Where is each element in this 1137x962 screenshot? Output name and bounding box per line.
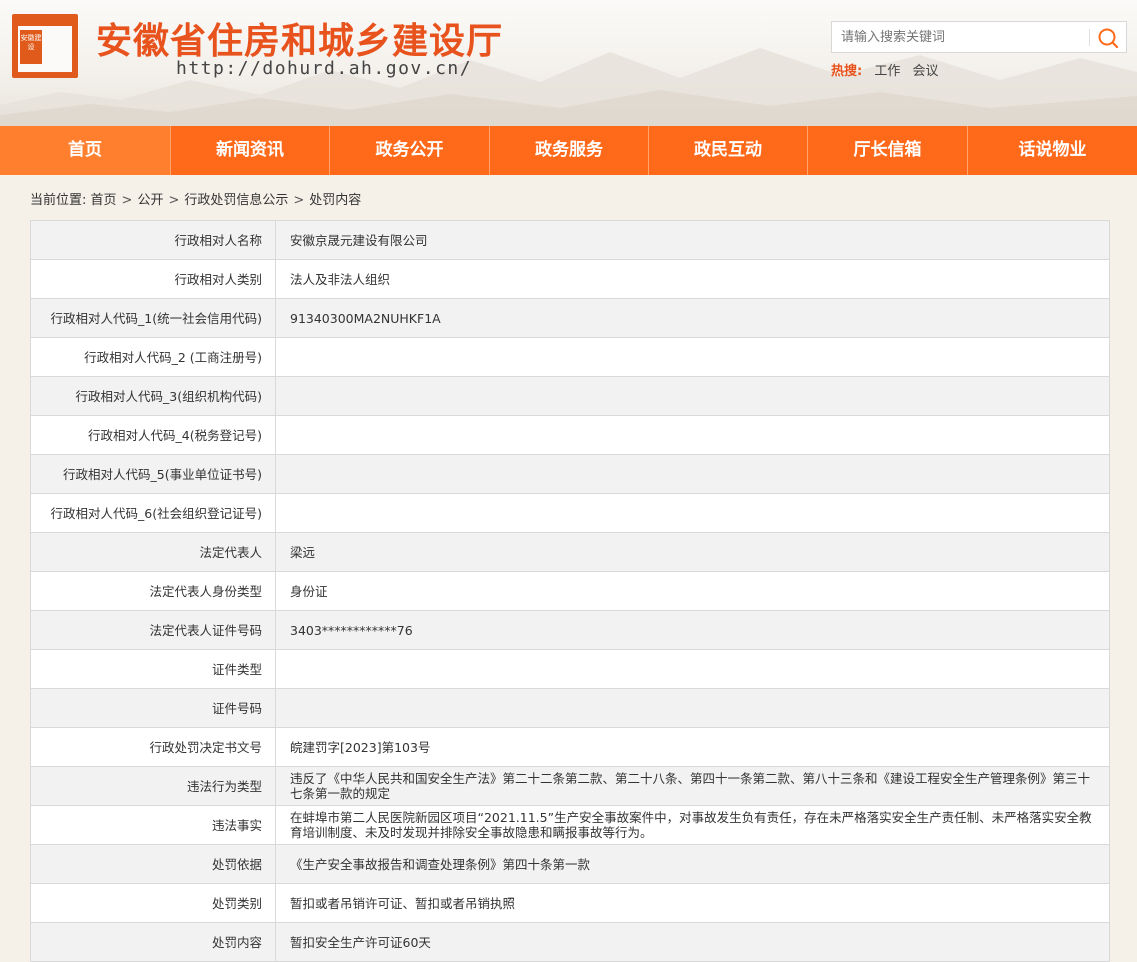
row-value: 皖建罚字[2023]第103号 [275, 727, 1110, 767]
table-row: 行政处罚决定书文号 皖建罚字[2023]第103号 [30, 727, 1110, 767]
hot-link-meeting[interactable]: 会议 [913, 64, 939, 79]
nav-item-gov-affairs[interactable]: 政务公开 [330, 126, 490, 175]
row-label: 行政相对人代码_5(事业单位证书号) [30, 454, 276, 494]
table-row: 行政相对人代码_1(统一社会信用代码) 91340300MA2NUHKF1A [30, 298, 1110, 338]
row-value [275, 415, 1110, 455]
table-row: 证件类型 [30, 649, 1110, 689]
search-divider [1089, 29, 1090, 46]
table-row: 法定代表人 梁远 [30, 532, 1110, 572]
nav-item-interaction[interactable]: 政民互动 [649, 126, 808, 175]
row-value: 梁远 [275, 532, 1110, 572]
row-label: 行政相对人代码_1(统一社会信用代码) [30, 298, 276, 338]
nav-item-director-mailbox[interactable]: 厅长信箱 [808, 126, 968, 175]
breadcrumb-prefix: 当前位置: [30, 193, 87, 208]
breadcrumb-separator: > [121, 193, 133, 208]
table-row: 行政相对人代码_4(税务登记号) [30, 415, 1110, 455]
row-label: 行政相对人代码_6(社会组织登记证号) [30, 493, 276, 533]
breadcrumb-penalty-info[interactable]: 行政处罚信息公示 [184, 193, 288, 208]
row-value [275, 649, 1110, 689]
row-label: 行政相对人代码_2 (工商注册号) [30, 337, 276, 377]
site-url: http://dohurd.ah.gov.cn/ [176, 58, 473, 79]
row-label: 处罚类别 [30, 883, 276, 923]
row-value: 3403************76 [275, 610, 1110, 650]
breadcrumb-open[interactable]: 公开 [137, 193, 163, 208]
table-row: 处罚内容 暂扣安全生产许可证60天 [30, 922, 1110, 962]
row-label: 行政相对人代码_3(组织机构代码) [30, 376, 276, 416]
breadcrumb-home[interactable]: 首页 [91, 193, 117, 208]
row-value [275, 337, 1110, 377]
row-value [275, 688, 1110, 728]
table-row: 违法事实 在蚌埠市第二人民医院新园区项目“2021.11.5”生产安全事故案件中，… [30, 805, 1110, 845]
search-icon [1098, 28, 1119, 49]
row-label: 行政相对人名称 [30, 220, 276, 260]
row-value: 安徽京晟元建设有限公司 [275, 220, 1110, 260]
search-input[interactable] [832, 22, 1088, 52]
row-label: 法定代表人证件号码 [30, 610, 276, 650]
search-button[interactable] [1094, 25, 1122, 51]
breadcrumb-current: 处罚内容 [309, 193, 362, 208]
nav-item-home[interactable]: 首页 [0, 126, 171, 175]
table-row: 行政相对人名称 安徽京晟元建设有限公司 [30, 220, 1110, 260]
row-label: 法定代表人身份类型 [30, 571, 276, 611]
row-label: 证件类型 [30, 649, 276, 689]
row-value: 暂扣或者吊销许可证、暂扣或者吊销执照 [275, 883, 1110, 923]
logo-seal: 安徽建设 [20, 30, 42, 64]
table-row: 处罚类别 暂扣或者吊销许可证、暂扣或者吊销执照 [30, 883, 1110, 923]
row-label: 违法行为类型 [30, 766, 276, 806]
site-title[interactable]: 安徽省住房和城乡建设厅 [96, 12, 503, 64]
row-value: 身份证 [275, 571, 1110, 611]
table-row: 行政相对人类别 法人及非法人组织 [30, 259, 1110, 299]
table-row: 法定代表人身份类型 身份证 [30, 571, 1110, 611]
row-label: 证件号码 [30, 688, 276, 728]
search-box [831, 21, 1127, 53]
penalty-detail-table: 行政相对人名称 安徽京晟元建设有限公司 行政相对人类别 法人及非法人组织 行政相对人… [30, 220, 1110, 962]
table-row: 行政相对人代码_3(组织机构代码) [30, 376, 1110, 416]
row-value: 法人及非法人组织 [275, 259, 1110, 299]
row-value [275, 493, 1110, 533]
breadcrumb-separator: > [168, 193, 180, 208]
row-label: 处罚内容 [30, 922, 276, 962]
row-value [275, 376, 1110, 416]
table-row: 法定代表人证件号码 3403************76 [30, 610, 1110, 650]
table-row: 行政相对人代码_2 (工商注册号) [30, 337, 1110, 377]
row-value: 违反了《中华人民共和国安全生产法》第二十二条第二款、第二十八条、第四十一条第二款… [275, 766, 1110, 806]
row-label: 法定代表人 [30, 532, 276, 572]
nav-item-news[interactable]: 新闻资讯 [171, 126, 330, 175]
logo-icon[interactable]: 安徽建设 [12, 14, 78, 78]
table-row: 违法行为类型 违反了《中华人民共和国安全生产法》第二十二条第二款、第二十八条、第四… [30, 766, 1110, 806]
row-label: 处罚依据 [30, 844, 276, 884]
site-header: 安徽建设 安徽省住房和城乡建设厅 http://dohurd.ah.gov.cn… [0, 0, 1137, 126]
row-value: 在蚌埠市第二人民医院新园区项目“2021.11.5”生产安全事故案件中，对事故发… [275, 805, 1110, 845]
hot-search: 热搜: 工作 会议 [831, 60, 939, 79]
table-row: 行政相对人代码_6(社会组织登记证号) [30, 493, 1110, 533]
row-value: 91340300MA2NUHKF1A [275, 298, 1110, 338]
table-row: 证件号码 [30, 688, 1110, 728]
row-label: 行政相对人代码_4(税务登记号) [30, 415, 276, 455]
row-value: 暂扣安全生产许可证60天 [275, 922, 1110, 962]
nav-item-gov-services[interactable]: 政务服务 [490, 126, 649, 175]
hot-link-work[interactable]: 工作 [874, 64, 900, 79]
table-row: 行政相对人代码_5(事业单位证书号) [30, 454, 1110, 494]
table-row: 处罚依据 《生产安全事故报告和调查处理条例》第四十条第一款 [30, 844, 1110, 884]
hot-search-label: 热搜: [831, 64, 863, 79]
breadcrumb-separator: > [293, 193, 305, 208]
row-value [275, 454, 1110, 494]
row-label: 违法事实 [30, 805, 276, 845]
breadcrumb: 当前位置: 首页 > 公开 > 行政处罚信息公示 > 处罚内容 [30, 189, 361, 208]
row-value: 《生产安全事故报告和调查处理条例》第四十条第一款 [275, 844, 1110, 884]
main-nav: 首页 新闻资讯 政务公开 政务服务 政民互动 厅长信箱 话说物业 [0, 126, 1137, 175]
row-label: 行政处罚决定书文号 [30, 727, 276, 767]
nav-item-property[interactable]: 话说物业 [968, 126, 1137, 175]
row-label: 行政相对人类别 [30, 259, 276, 299]
